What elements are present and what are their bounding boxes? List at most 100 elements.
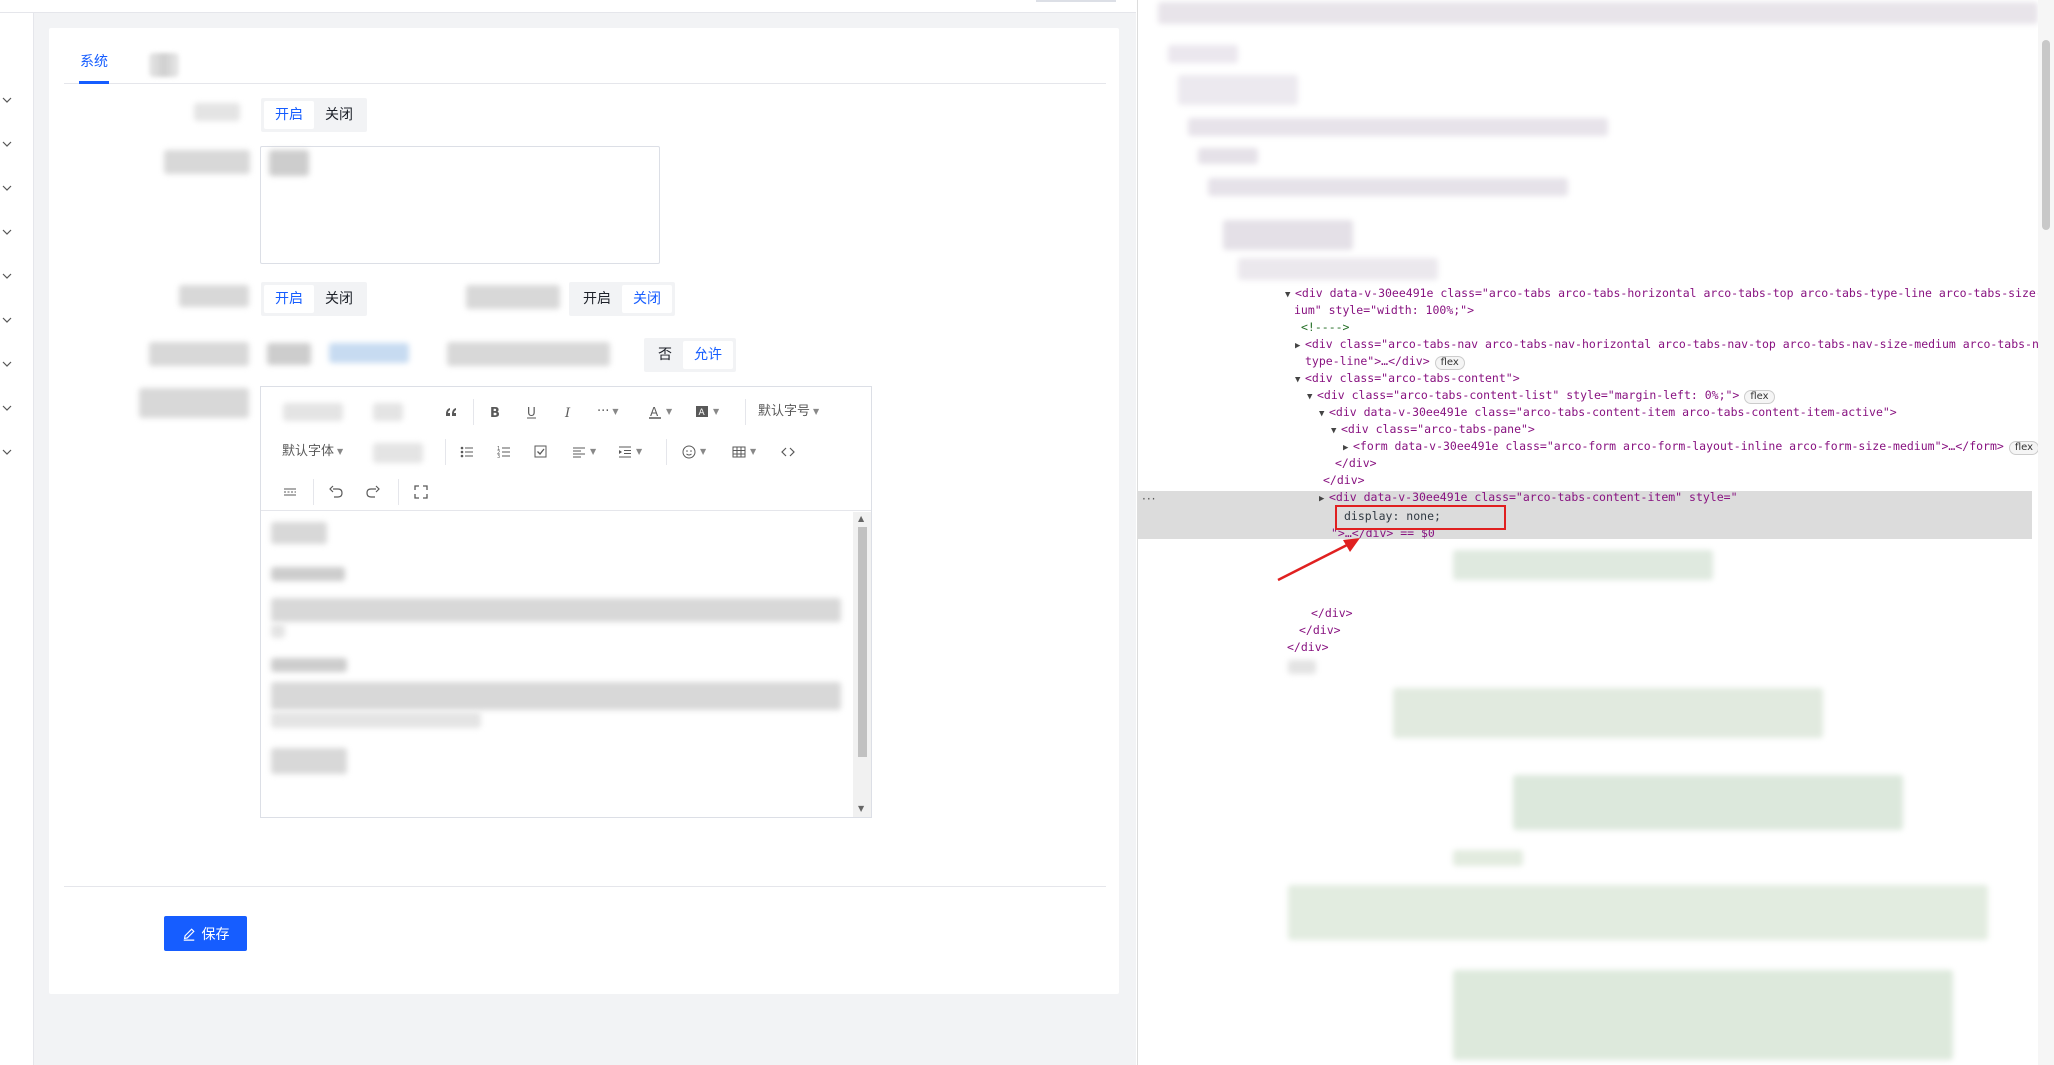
dom-line-redacted — [1513, 775, 1903, 830]
field-label-redacted — [139, 388, 249, 418]
toolbar-divider — [666, 439, 667, 465]
table-icon[interactable]: ▼ — [731, 439, 756, 465]
dom-line-redacted — [1178, 75, 1298, 105]
chevron-down-icon[interactable] — [1, 182, 13, 194]
content-line-redacted — [271, 712, 481, 728]
chevron-down-icon[interactable] — [1, 314, 13, 326]
editor-content[interactable] — [261, 512, 851, 817]
dom-line[interactable]: ▶ <form data-v-30ee491e class="arco-form … — [1343, 438, 2040, 457]
quote-icon[interactable] — [443, 399, 459, 425]
svg-text:U: U — [527, 405, 536, 419]
font-family-select[interactable]: 默认字体 ▼ — [282, 439, 343, 465]
bold-icon[interactable]: B — [487, 399, 503, 425]
undo-icon[interactable] — [328, 479, 344, 505]
code-icon[interactable] — [780, 439, 796, 465]
flex-badge[interactable]: flex — [1434, 356, 1465, 370]
dom-line-redacted — [1223, 220, 1353, 250]
content-line-redacted — [271, 624, 285, 638]
chevron-down-icon[interactable] — [1, 94, 13, 106]
font-size-label: 默认字号 — [758, 404, 811, 419]
devtools-elements-panel: ··· ▼ <div data-v-30ee491e class="arco-ta… — [1137, 0, 2054, 1065]
settings-card: 系统 开启 关闭 开启 关闭 开启 关闭 否 允许 B U I ··· ▼ A … — [49, 28, 1119, 994]
chevron-down-icon[interactable] — [1, 358, 13, 370]
underline-icon[interactable]: U — [524, 399, 540, 425]
background-color-icon[interactable]: A ▼ — [694, 399, 719, 425]
toggle-3-off[interactable]: 关闭 — [622, 285, 672, 313]
toolbar-item-redacted[interactable] — [373, 403, 403, 421]
font-size-select[interactable]: 默认字号 ▼ — [758, 399, 819, 425]
toggle-1-off[interactable]: 关闭 — [314, 101, 364, 129]
content-line-redacted — [271, 748, 347, 774]
dom-line[interactable]: <!----> — [1301, 319, 1349, 336]
field-label-redacted — [447, 342, 610, 366]
fullscreen-icon[interactable] — [413, 479, 429, 505]
save-button[interactable]: 保存 — [164, 916, 247, 951]
align-icon[interactable]: ▼ — [571, 439, 596, 465]
top-bar-button[interactable] — [1036, 0, 1116, 2]
chevron-down-icon[interactable] — [1, 138, 13, 150]
content-line-redacted — [271, 658, 347, 672]
toggle-3-on[interactable]: 开启 — [572, 285, 622, 313]
dom-line[interactable]: </div> — [1335, 455, 1377, 472]
field-value-redacted — [267, 343, 311, 365]
dom-line-redacted — [1453, 550, 1713, 580]
svg-text:I: I — [564, 406, 571, 420]
todo-list-icon[interactable] — [533, 439, 549, 465]
devtools-scrollbar[interactable] — [2038, 0, 2054, 1065]
scroll-down-icon[interactable]: ▼ — [858, 804, 864, 813]
svg-text:B: B — [490, 406, 500, 420]
toggle-2-off[interactable]: 关闭 — [314, 285, 364, 313]
flex-badge[interactable]: flex — [1744, 390, 1775, 404]
tab-system[interactable]: 系统 — [78, 48, 110, 84]
toolbar-item-redacted[interactable] — [373, 443, 423, 463]
devtools-scroll-thumb[interactable] — [2042, 40, 2050, 230]
content-line-redacted — [271, 682, 841, 710]
dom-line[interactable]: </div> — [1323, 472, 1365, 489]
more-styles-icon[interactable]: ··· ▼ — [597, 399, 619, 425]
redo-icon[interactable] — [365, 479, 381, 505]
editor-scroll-thumb[interactable] — [858, 527, 867, 757]
dom-line[interactable]: ium" style="width: 100%;"> — [1294, 302, 1474, 319]
chevron-down-icon[interactable] — [1, 402, 13, 414]
field-label-redacted — [194, 103, 240, 121]
toolbar-item-redacted[interactable] — [283, 403, 343, 421]
svg-text:A: A — [650, 405, 659, 419]
indent-icon[interactable]: ▼ — [617, 439, 642, 465]
toggle-2-on[interactable]: 开启 — [264, 285, 314, 313]
dom-line-redacted — [1208, 178, 1568, 196]
top-bar — [0, 0, 1136, 13]
field-label-redacted — [179, 285, 249, 307]
toggle-1-on[interactable]: 开启 — [264, 101, 314, 129]
field-value-redacted — [329, 343, 409, 363]
scroll-up-icon[interactable]: ▲ — [858, 514, 864, 523]
dom-line[interactable]: </div> — [1299, 622, 1341, 639]
toolbar-divider — [473, 399, 474, 425]
content-line-redacted — [271, 522, 327, 544]
divider-line-icon[interactable] — [282, 479, 298, 505]
toggle-4-no[interactable]: 否 — [647, 341, 683, 369]
toggle-1: 开启 关闭 — [261, 98, 367, 132]
dom-line[interactable]: </div> — [1287, 639, 1329, 656]
rich-text-editor: B U I ··· ▼ A ▼ A ▼ 默认字号 ▼ 默认字体 ▼ 123 ▼ ▼ ▼ ▼ — [260, 386, 872, 818]
dom-line[interactable]: type-line">…</div> flex — [1305, 353, 1465, 370]
numbered-list-icon[interactable]: 123 — [496, 439, 512, 465]
dom-line[interactable]: </div> — [1311, 605, 1353, 622]
description-textarea[interactable] — [260, 146, 660, 264]
chevron-down-icon[interactable] — [1, 226, 13, 238]
node-actions-dots[interactable]: ··· — [1142, 492, 1156, 506]
dom-line-redacted — [1198, 148, 1258, 164]
font-family-label: 默认字体 — [282, 444, 335, 459]
toggle-4-yes[interactable]: 允许 — [683, 341, 733, 369]
font-color-icon[interactable]: A ▼ — [647, 399, 672, 425]
flex-badge[interactable]: flex — [2008, 441, 2040, 455]
chevron-down-icon[interactable] — [1, 270, 13, 282]
italic-icon[interactable]: I — [561, 399, 577, 425]
dom-line-redacted — [1288, 885, 1988, 940]
editor-scrollbar[interactable]: ▲ ▼ — [853, 512, 871, 817]
chevron-down-icon[interactable] — [1, 446, 13, 458]
footer-divider — [64, 886, 1106, 887]
bullet-list-icon[interactable] — [459, 439, 475, 465]
field-label-redacted — [149, 342, 249, 366]
emoji-icon[interactable]: ▼ — [681, 439, 706, 465]
tab-redacted[interactable] — [149, 53, 179, 77]
